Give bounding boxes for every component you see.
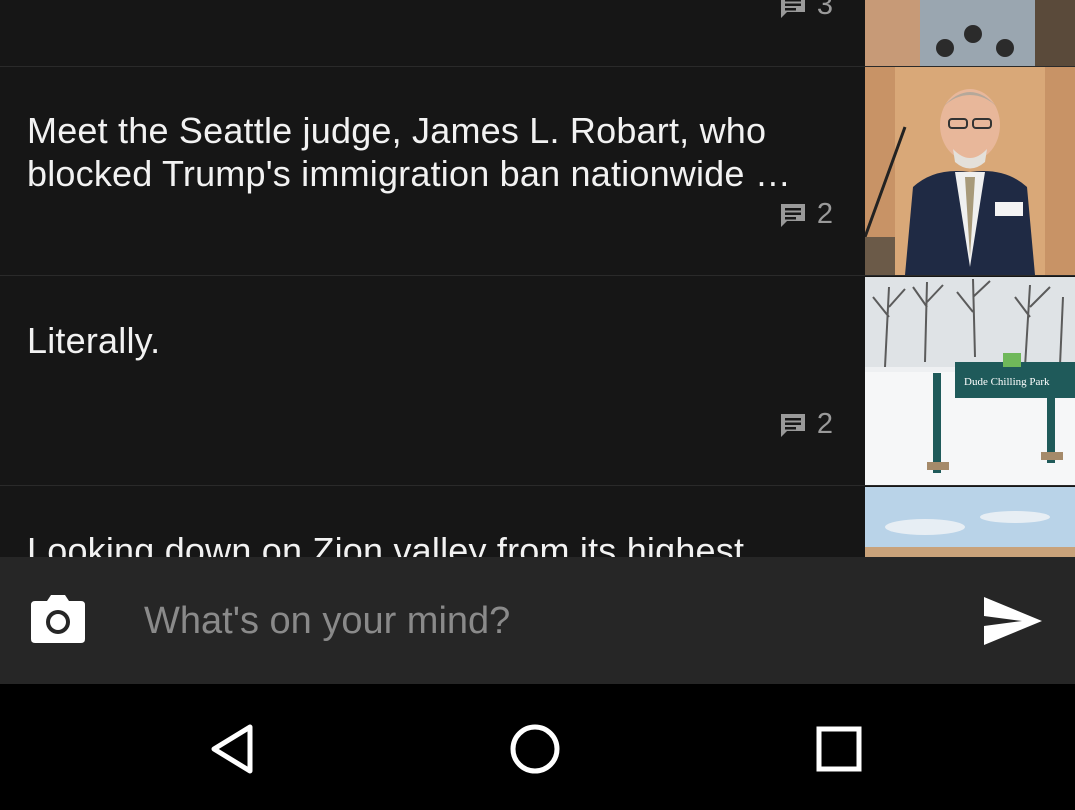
comment-icon [780,0,805,18]
comment-count[interactable]: 2 [779,408,833,441]
face-print-fabric-photo [865,0,1075,66]
post-title: Meet the Seattle judge, James L. Robart,… [27,110,792,194]
recents-button[interactable] [807,717,871,781]
recents-square-icon [816,726,862,772]
status-input[interactable] [142,592,926,650]
comment-count[interactable]: 3 [779,0,833,22]
system-nav-bar [0,684,1075,810]
back-button[interactable] [200,717,264,781]
composer-bar [0,557,1075,684]
feed-list: 3 Meet the Seattle judge, James L. Robar… [0,0,1075,557]
post-title: Literally. [27,320,161,361]
home-button[interactable] [503,717,567,781]
sky-landscape-photo [865,487,1075,557]
post-thumbnail[interactable] [865,0,1075,66]
park-sign-text: Dude Chilling Park [964,376,1050,388]
feed-item[interactable]: Literally. 2 Dude Chilling Park [0,277,1075,486]
send-icon [984,597,1042,645]
comment-icon [780,203,805,227]
comment-count-value: 2 [816,198,833,230]
post-thumbnail[interactable] [865,487,1075,557]
camera-icon [31,595,85,643]
comment-count-value: 2 [816,408,833,440]
feed-item[interactable]: 3 [0,0,1075,67]
camera-button[interactable] [31,595,85,643]
feed-item[interactable]: Meet the Seattle judge, James L. Robart,… [0,67,1075,276]
judge-at-podium-photo [865,67,1075,275]
post-thumbnail[interactable] [865,67,1075,275]
post-thumbnail[interactable]: Dude Chilling Park [865,277,1075,485]
feed-item[interactable]: Looking down on Zion valley from its hig… [0,487,1075,557]
comment-count[interactable]: 2 [779,198,833,231]
home-circle-icon [510,724,560,774]
comment-icon [780,413,805,437]
comment-count-value: 3 [816,0,833,21]
send-button[interactable] [984,597,1042,645]
back-triangle-icon [211,724,253,774]
snowy-park-sign-photo: Dude Chilling Park [865,277,1075,485]
post-title: Looking down on Zion valley from its hig… [27,530,745,557]
